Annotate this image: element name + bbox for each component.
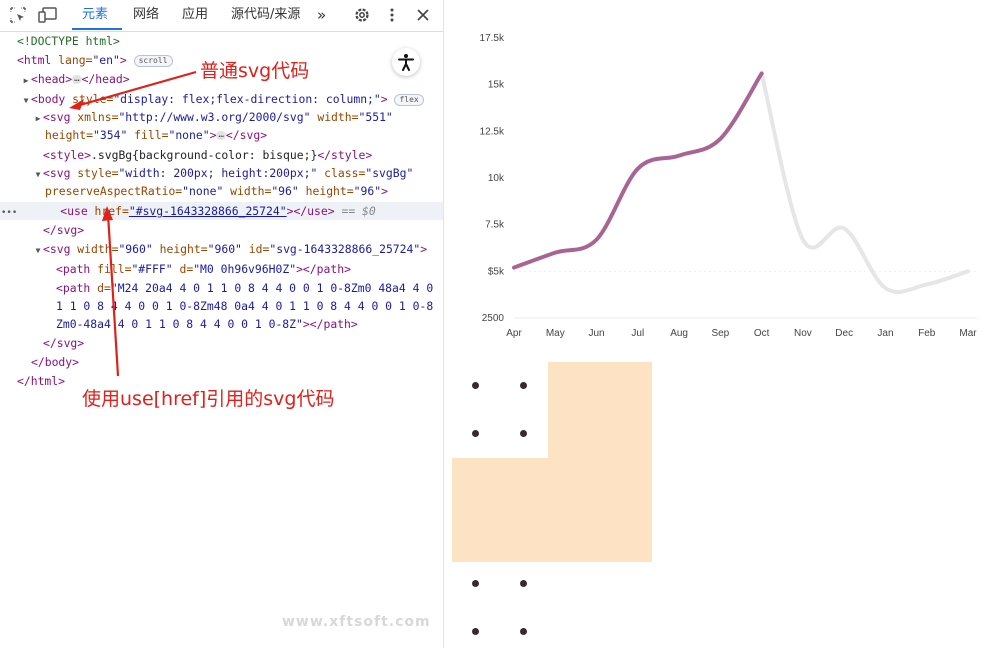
y-tick-label: 12.5k <box>480 126 505 137</box>
watermark: www.xftsoft.com <box>282 614 431 630</box>
y-tick-label: $5k <box>488 266 505 277</box>
arrow-top-line <box>72 70 197 109</box>
series-line-muted <box>759 71 970 294</box>
y-axis: 2500 $5k 7.5k 10k 12.5k 15k 17.5k <box>480 33 977 324</box>
x-tick-label: Mar <box>959 328 977 339</box>
x-tick-label: May <box>546 328 565 339</box>
x-tick-label: Apr <box>506 328 522 339</box>
pattern-dot <box>472 430 479 437</box>
y-tick-label: 15k <box>488 80 505 91</box>
x-tick-label: Jun <box>588 328 604 339</box>
x-tick-label: Sep <box>711 328 729 339</box>
line-chart: 2500 $5k 7.5k 10k 12.5k 15k 17.5k Apr May Jun Jul… <box>480 33 978 339</box>
arrow-bottom-line <box>106 213 120 377</box>
pattern-dot <box>472 382 479 389</box>
pattern-dot <box>472 580 479 587</box>
x-tick-label: Jan <box>877 328 893 339</box>
series-line-highlight <box>512 71 764 270</box>
y-tick-label: 17.5k <box>480 33 505 44</box>
x-tick-label: Oct <box>754 328 770 339</box>
x-tick-label: Dec <box>835 328 853 339</box>
x-axis: Apr May Jun Jul Aug Sep Oct Nov Dec Jan Feb Mar <box>506 328 977 339</box>
annotation-top: 普通svg代码 <box>200 60 310 82</box>
arrow-top-head <box>69 99 84 110</box>
pattern-dot <box>520 628 527 635</box>
x-tick-label: Aug <box>670 328 688 339</box>
pattern-dot <box>472 628 479 635</box>
annotation-bottom: 使用use[href]引用的svg代码 <box>82 388 335 410</box>
pattern-dot <box>520 580 527 587</box>
annotation-arrows <box>69 70 197 377</box>
y-tick-label: 2500 <box>482 313 505 324</box>
x-tick-label: Nov <box>794 328 812 339</box>
svg-bg-pattern <box>452 362 652 562</box>
pattern-dot <box>520 382 527 389</box>
x-tick-label: Jul <box>631 328 644 339</box>
y-tick-label: 10k <box>488 173 505 184</box>
pattern-cell <box>452 362 548 458</box>
pattern-dot <box>520 430 527 437</box>
arrow-bottom-head <box>102 206 113 221</box>
x-tick-label: Feb <box>918 328 936 339</box>
pattern-cell-bottom <box>452 560 548 656</box>
devtools-panel: 元素 网络 应用 源代码/来源 » <!DOCTYPE html> <html … <box>0 0 444 648</box>
y-tick-label: 7.5k <box>485 220 505 231</box>
